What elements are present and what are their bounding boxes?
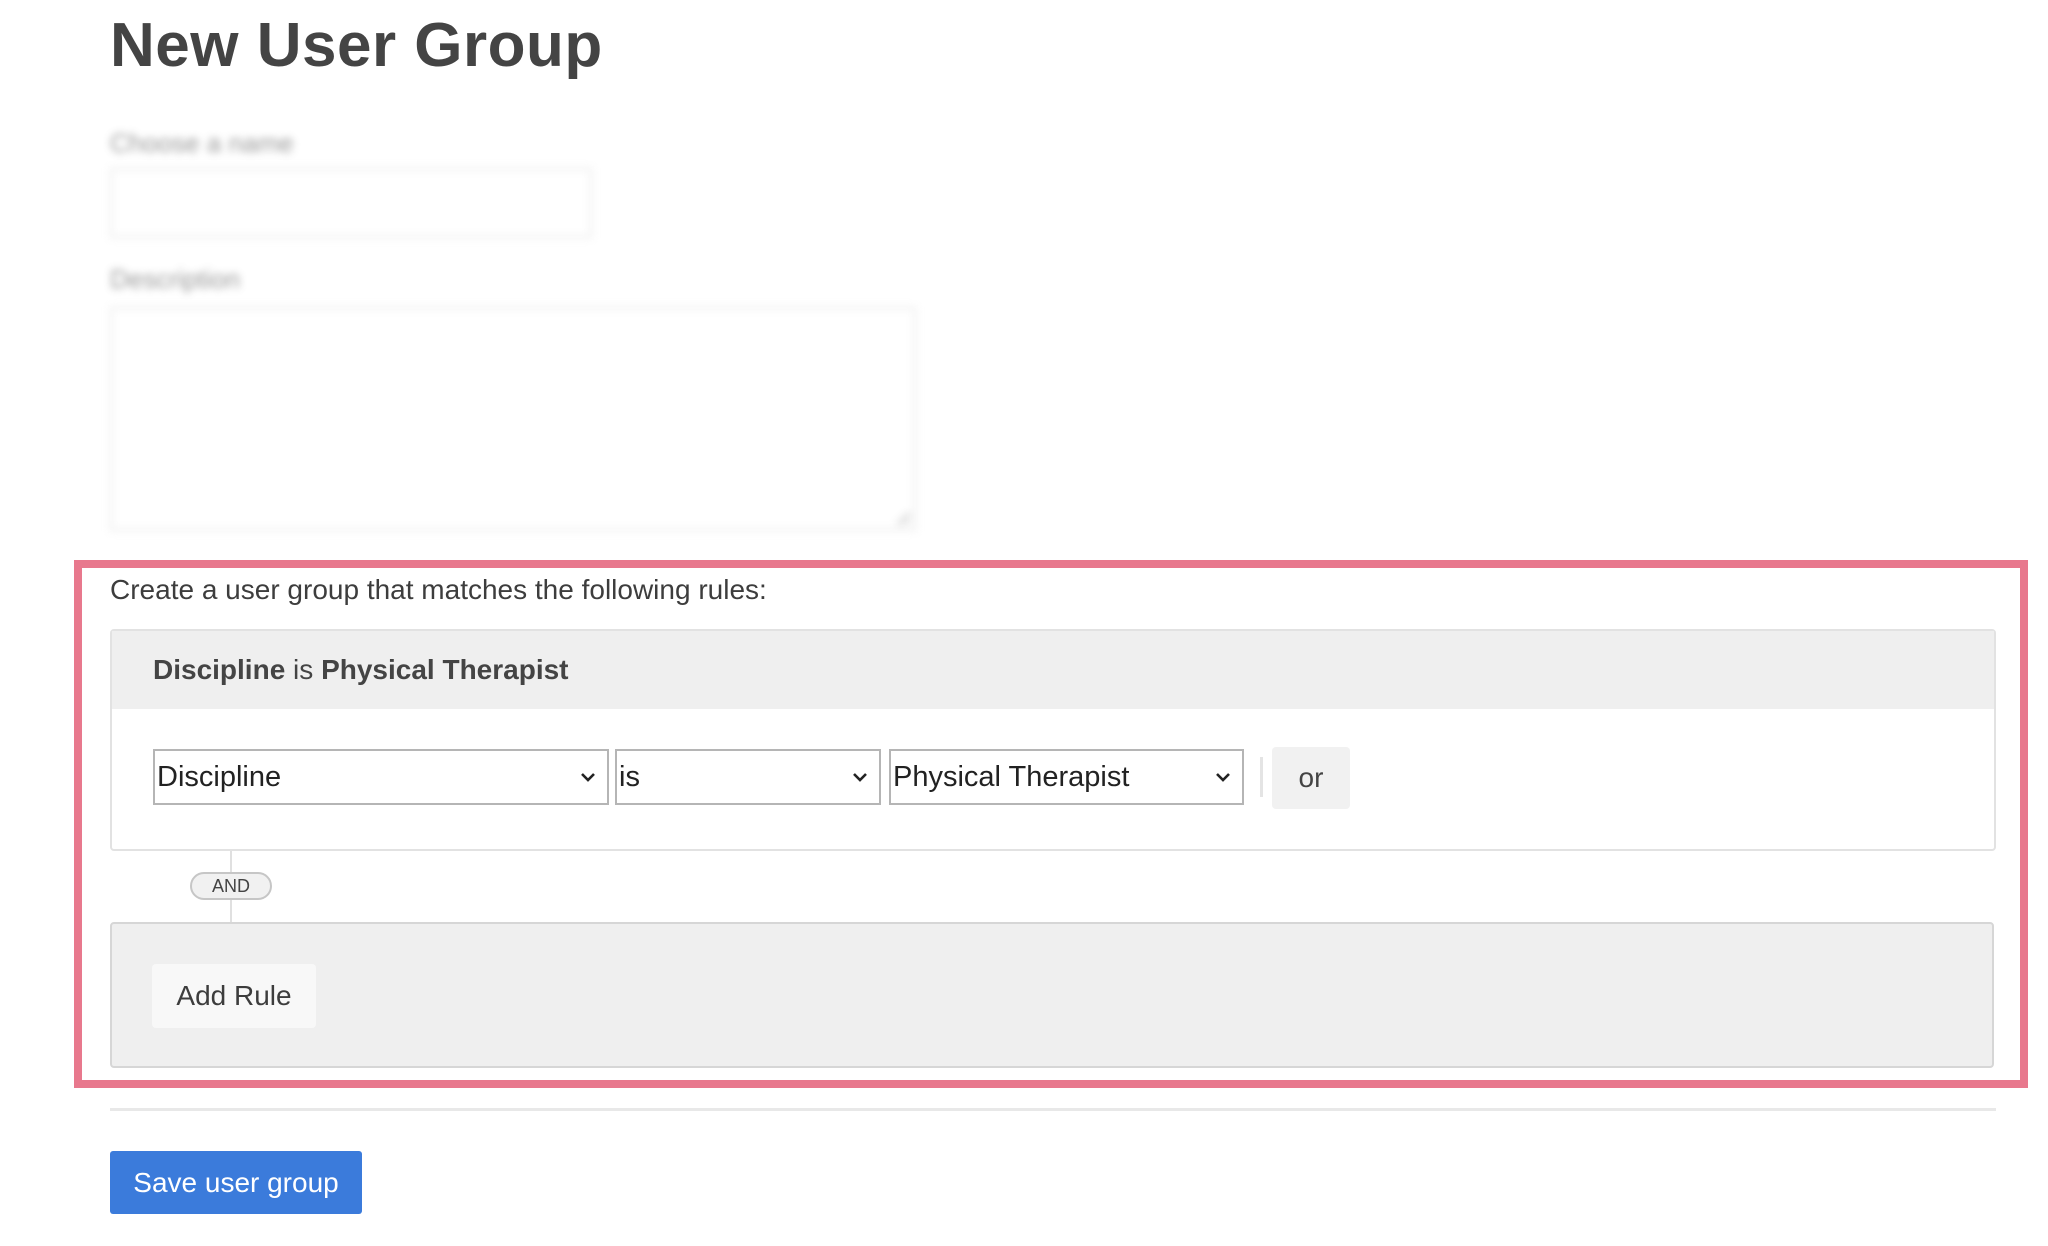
summary-field: Discipline [153, 654, 286, 685]
rule-value-select-value: Physical Therapist [893, 761, 1130, 793]
rule-field-select[interactable]: Discipline [153, 749, 609, 805]
rule-operator-select-value: is [619, 761, 640, 793]
rule-field-select-value: Discipline [157, 761, 282, 793]
chevron-down-icon [1216, 773, 1230, 782]
name-field[interactable] [110, 168, 592, 238]
add-rule-button[interactable]: Add Rule [152, 964, 316, 1028]
chevron-down-icon [581, 773, 595, 782]
add-rule-panel: Add Rule [110, 922, 1994, 1068]
separator [1260, 757, 1263, 797]
rule-group-summary[interactable]: Discipline is Physical Therapist [112, 631, 1994, 709]
description-label: Description [110, 264, 241, 294]
page-title: New User Group [110, 11, 603, 80]
resize-grip-icon[interactable] [896, 511, 910, 525]
chevron-down-icon [853, 773, 867, 782]
or-button[interactable]: or [1272, 747, 1350, 809]
rule-operator-select[interactable]: is [615, 749, 881, 805]
name-label: Choose a name [110, 128, 294, 158]
rules-intro: Create a user group that matches the fol… [110, 574, 767, 605]
divider [110, 1108, 1996, 1111]
description-field[interactable] [110, 307, 916, 531]
summary-operator: is [293, 654, 314, 685]
rule-value-select[interactable]: Physical Therapist [889, 749, 1244, 805]
and-connector-badge: AND [190, 872, 272, 900]
rule-group-card: Discipline is Physical Therapist Discipl… [110, 629, 1996, 851]
save-user-group-button[interactable]: Save user group [110, 1151, 362, 1214]
summary-value: Physical Therapist [321, 654, 569, 685]
